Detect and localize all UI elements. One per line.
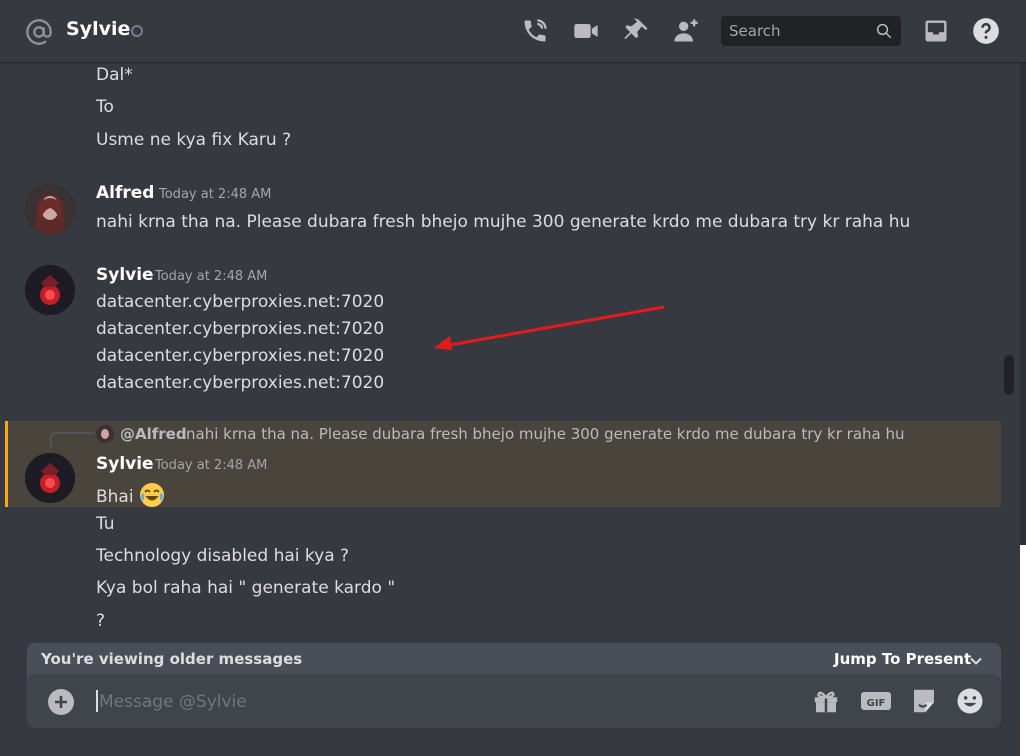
search-input[interactable]: Search bbox=[721, 16, 901, 46]
message-line: Usme ne kya fix Karu ? bbox=[96, 130, 292, 150]
reply-avatar bbox=[96, 425, 114, 443]
message-input[interactable] bbox=[97, 688, 701, 716]
gif-icon[interactable]: GIF bbox=[860, 686, 892, 716]
sylvie-avatar[interactable] bbox=[25, 265, 75, 315]
pin-icon[interactable] bbox=[622, 17, 650, 45]
upload-button[interactable] bbox=[48, 689, 74, 715]
message-author[interactable]: Sylvie bbox=[96, 265, 154, 285]
message-timestamp: Today at 2:48 AM bbox=[155, 269, 268, 284]
message-timestamp: Today at 2:48 AM bbox=[155, 458, 268, 473]
search-icon bbox=[876, 23, 892, 39]
reply-author[interactable]: @Alfred bbox=[120, 425, 187, 443]
reply-preview-text[interactable]: nahi krna tha na. Please dubara fresh bh… bbox=[186, 425, 905, 443]
chevron-down-icon[interactable] bbox=[969, 654, 983, 668]
message-line: datacenter.cyberproxies.net:7020 bbox=[96, 373, 385, 393]
offline-status-icon bbox=[131, 25, 143, 37]
channel-header: Sylvie Search bbox=[0, 0, 1026, 62]
svg-text:GIF: GIF bbox=[867, 698, 886, 709]
message-line: datacenter.cyberproxies.net:7020 bbox=[96, 346, 385, 366]
avatar-image bbox=[25, 265, 75, 315]
message-line: Technology disabled hai kya ? bbox=[96, 546, 350, 566]
sticker-icon[interactable] bbox=[909, 686, 939, 716]
channel-name: Sylvie bbox=[66, 18, 131, 40]
message-line: datacenter.cyberproxies.net:7020 bbox=[96, 319, 385, 339]
gift-icon[interactable] bbox=[811, 686, 841, 716]
add-friend-icon[interactable] bbox=[672, 17, 700, 45]
jump-to-present-button[interactable]: Jump To Present bbox=[834, 650, 971, 668]
search-placeholder: Search bbox=[729, 22, 781, 40]
help-icon[interactable] bbox=[972, 17, 1000, 45]
reply-avatar-image bbox=[96, 425, 114, 443]
message-text: Bhai bbox=[96, 487, 134, 507]
plus-icon bbox=[55, 696, 67, 708]
at-sign-icon bbox=[26, 19, 52, 45]
message-line: ? bbox=[96, 611, 106, 631]
message-line: datacenter.cyberproxies.net:7020 bbox=[96, 292, 385, 312]
message-composer: GIF bbox=[27, 674, 1001, 728]
sylvie-avatar[interactable] bbox=[25, 453, 75, 503]
avatar-image bbox=[25, 184, 75, 234]
scrollbar-thumb[interactable] bbox=[1004, 355, 1014, 395]
video-call-icon[interactable] bbox=[572, 17, 600, 45]
message-timestamp: Today at 2:48 AM bbox=[159, 187, 272, 202]
message-line: Bhai bbox=[96, 482, 165, 508]
laughing-emoji-icon[interactable] bbox=[139, 482, 165, 508]
message-line: To bbox=[96, 97, 114, 117]
reply-spine bbox=[50, 432, 94, 448]
message-line: Kya bol raha hai " generate kardo " bbox=[96, 578, 396, 598]
avatar-image bbox=[25, 453, 75, 503]
message-line: Dal* bbox=[96, 65, 133, 85]
emoji-picker-icon[interactable] bbox=[955, 686, 985, 716]
window-edge-background bbox=[1020, 545, 1026, 756]
message-author[interactable]: Alfred bbox=[96, 183, 154, 203]
mention-highlight-bar bbox=[5, 421, 8, 507]
voice-call-icon[interactable] bbox=[521, 17, 549, 45]
message-author[interactable]: Sylvie bbox=[96, 454, 154, 474]
inbox-icon[interactable] bbox=[922, 17, 950, 45]
older-messages-text: You're viewing older messages bbox=[41, 650, 303, 668]
red-arrow-annotation bbox=[434, 305, 665, 350]
message-content: nahi krna tha na. Please dubara fresh bh… bbox=[96, 212, 911, 232]
alfred-avatar[interactable] bbox=[25, 184, 75, 234]
message-line: Tu bbox=[96, 514, 115, 534]
